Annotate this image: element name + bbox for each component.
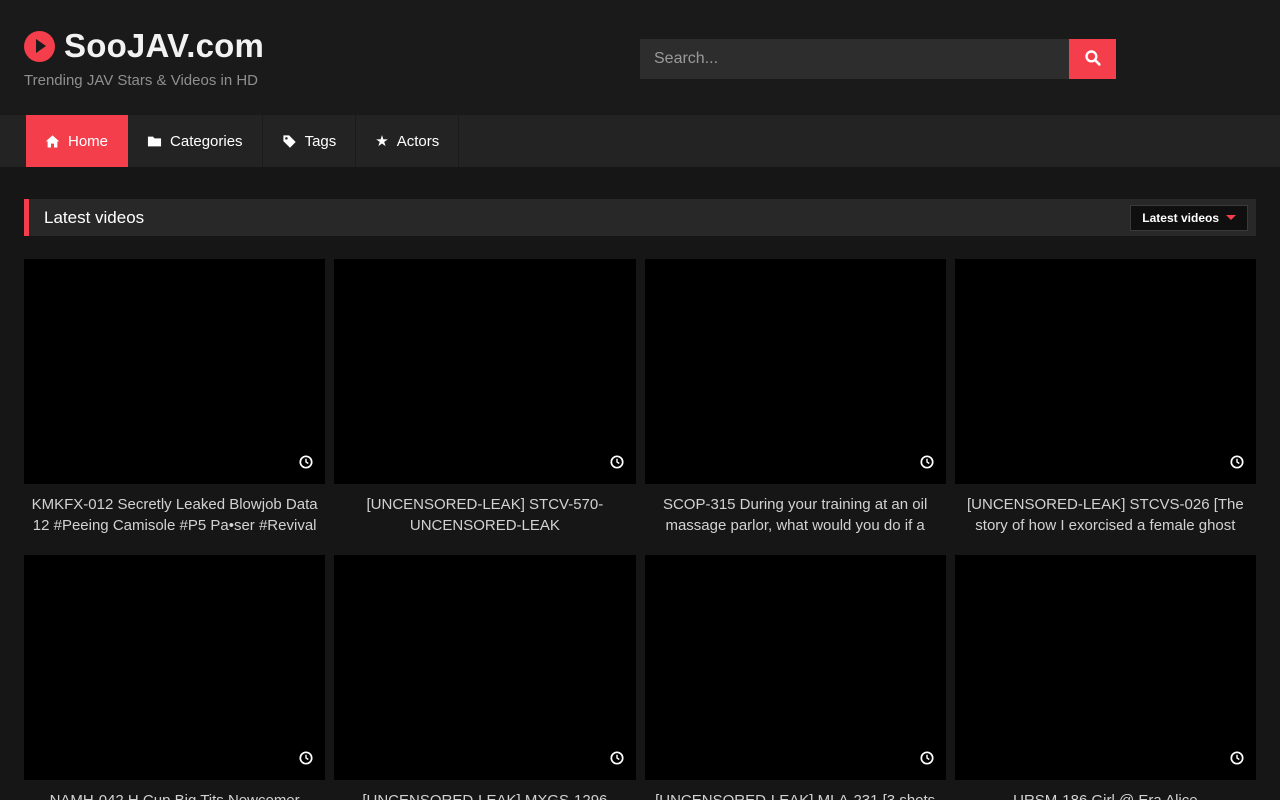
clock-icon xyxy=(1230,751,1244,770)
main-nav: Home Categories Tags ★ Actors xyxy=(0,115,1280,167)
nav-item-tags[interactable]: Tags xyxy=(263,115,357,167)
clock-icon xyxy=(920,751,934,770)
video-title[interactable]: KMKFX-012 Secretly Leaked Blowjob Data 1… xyxy=(24,494,325,536)
nav-item-actors[interactable]: ★ Actors xyxy=(356,115,459,167)
nav-item-label: Categories xyxy=(170,133,243,150)
search-input[interactable] xyxy=(640,39,1069,79)
video-thumbnail[interactable] xyxy=(955,259,1256,484)
video-thumbnail[interactable] xyxy=(334,555,635,780)
header-inner: SooJAV.com Trending JAV Stars & Videos i… xyxy=(24,0,1256,115)
nav-item-label: Actors xyxy=(397,133,440,150)
clock-icon xyxy=(920,455,934,474)
video-title[interactable]: SCOP-315 During your training at an oil … xyxy=(645,494,946,536)
video-thumbnail[interactable] xyxy=(24,555,325,780)
nav-inner: Home Categories Tags ★ Actors xyxy=(24,115,1256,167)
site-logo[interactable]: SooJAV.com xyxy=(24,27,264,65)
video-grid: KMKFX-012 Secretly Leaked Blowjob Data 1… xyxy=(24,259,1256,800)
video-title[interactable]: [UNCENSORED-LEAK] STCV-570-UNCENSORED-LE… xyxy=(334,494,635,536)
site-name[interactable]: SooJAV.com xyxy=(64,27,264,65)
video-thumbnail[interactable] xyxy=(645,555,946,780)
clock-icon xyxy=(299,751,313,770)
video-title[interactable]: [UNCENSORED-LEAK] MXGS-1296 Absolutely xyxy=(334,790,635,800)
site-header: SooJAV.com Trending JAV Stars & Videos i… xyxy=(0,0,1280,115)
search-bar xyxy=(640,39,1116,79)
sort-dropdown-label: Latest videos xyxy=(1142,211,1219,225)
nav-item-home[interactable]: Home xyxy=(26,115,128,167)
section-header: Latest videos Latest videos xyxy=(24,199,1256,236)
video-title[interactable]: NAMH-042 H Cup Big Tits Newcomer (170cm … xyxy=(24,790,325,800)
video-thumbnail[interactable] xyxy=(24,259,325,484)
video-thumbnail[interactable] xyxy=(955,555,1256,780)
main-content: Latest videos Latest videos KMKFX-012 Se… xyxy=(24,199,1256,800)
video-card[interactable]: SCOP-315 During your training at an oil … xyxy=(645,259,946,536)
clock-icon xyxy=(1230,455,1244,474)
search-button[interactable] xyxy=(1069,39,1116,79)
star-icon: ★ xyxy=(375,134,388,149)
folder-icon xyxy=(147,134,162,149)
video-card[interactable]: [UNCENSORED-LEAK] STCV-570-UNCENSORED-LE… xyxy=(334,259,635,536)
caret-down-icon xyxy=(1226,215,1236,220)
video-title[interactable]: URSM-186 Girl @ Era Alice xyxy=(955,790,1256,800)
nav-item-categories[interactable]: Categories xyxy=(128,115,263,167)
tag-icon xyxy=(282,134,297,149)
clock-icon xyxy=(299,455,313,474)
sort-dropdown[interactable]: Latest videos xyxy=(1130,205,1248,231)
nav-item-label: Tags xyxy=(305,133,337,150)
site-tagline: Trending JAV Stars & Videos in HD xyxy=(24,72,258,89)
video-card[interactable]: NAMH-042 H Cup Big Tits Newcomer (170cm … xyxy=(24,555,325,800)
clock-icon xyxy=(610,455,624,474)
video-card[interactable]: KMKFX-012 Secretly Leaked Blowjob Data 1… xyxy=(24,259,325,536)
video-thumbnail[interactable] xyxy=(645,259,946,484)
video-card[interactable]: URSM-186 Girl @ Era Alice xyxy=(955,555,1256,800)
search-icon xyxy=(1084,49,1102,70)
video-title[interactable]: [UNCENSORED-LEAK] STCVS-026 [The story o… xyxy=(955,494,1256,536)
video-card[interactable]: [UNCENSORED-LEAK] MXGS-1296 Absolutely xyxy=(334,555,635,800)
video-card[interactable]: [UNCENSORED-LEAK] MLA-231 [3 shots in xyxy=(645,555,946,800)
home-icon xyxy=(45,134,60,149)
nav-item-label: Home xyxy=(68,133,108,150)
video-thumbnail[interactable] xyxy=(334,259,635,484)
play-circle-icon xyxy=(24,31,55,62)
section-title: Latest videos xyxy=(44,208,144,228)
clock-icon xyxy=(610,751,624,770)
video-title[interactable]: [UNCENSORED-LEAK] MLA-231 [3 shots in xyxy=(645,790,946,800)
video-card[interactable]: [UNCENSORED-LEAK] STCVS-026 [The story o… xyxy=(955,259,1256,536)
